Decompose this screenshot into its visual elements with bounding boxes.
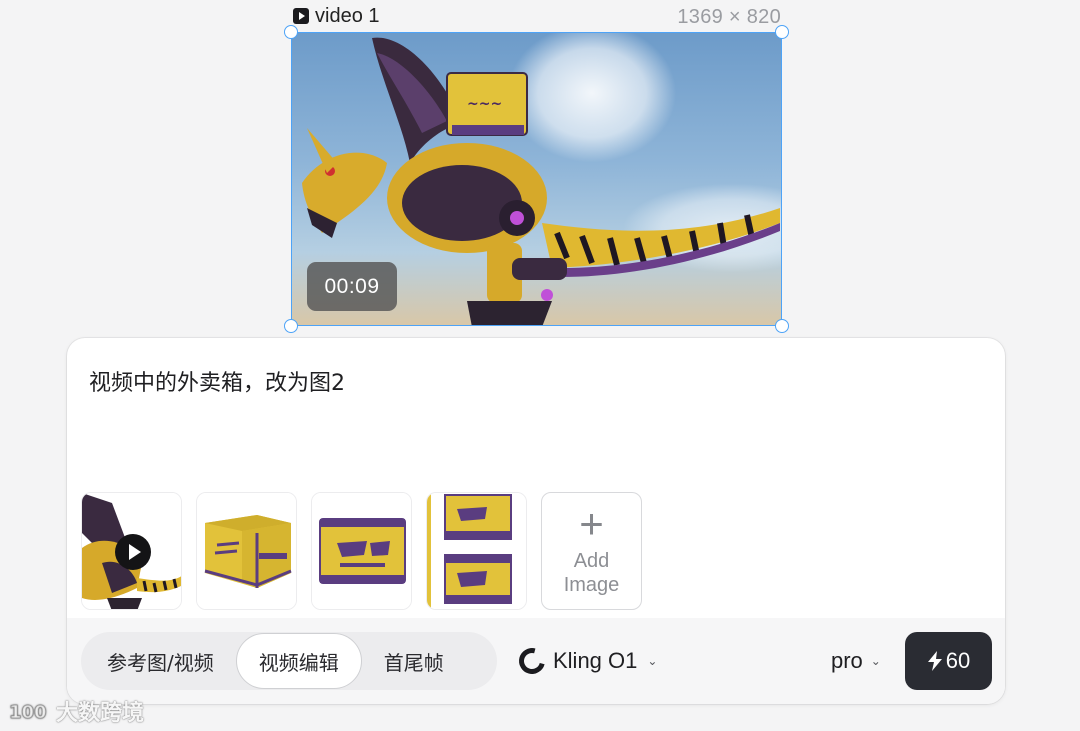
prompt-input[interactable]: 视频中的外卖箱，改为图2	[89, 365, 345, 397]
video-timecode: 00:09	[307, 262, 397, 311]
attachment-video-thumb[interactable]	[81, 492, 182, 610]
frame-title: video 1	[315, 4, 380, 27]
plus-icon: +	[579, 500, 604, 547]
kling-logo-icon	[514, 643, 550, 679]
resize-handle-top-right[interactable]	[775, 25, 789, 39]
frame-dimensions: 1369 × 820	[677, 6, 781, 28]
lightning-icon	[927, 651, 942, 671]
attachment-image-thumb[interactable]	[311, 492, 412, 610]
quality-value: pro	[831, 648, 863, 673]
quality-select[interactable]: pro ⌄	[831, 646, 881, 676]
svg-text:~~~: ~~~	[467, 96, 502, 112]
delivery-box-image	[427, 493, 526, 609]
resize-handle-bottom-right[interactable]	[775, 319, 789, 333]
mode-tabs: 参考图/视频 视频编辑 首尾帧	[81, 632, 497, 690]
chevron-down-icon: ⌄	[870, 654, 881, 668]
video-preview[interactable]: ~~~ 00:09	[291, 32, 782, 326]
delivery-box-image	[312, 493, 411, 609]
tab-reference[interactable]: 参考图/视频	[85, 633, 236, 689]
add-image-button[interactable]: + Add Image	[541, 492, 642, 610]
attachment-image-thumb[interactable]	[196, 492, 297, 610]
model-select[interactable]: Kling O1 ⌄	[514, 643, 658, 679]
play-icon	[115, 534, 151, 570]
watermark: 100 大数跨境	[8, 695, 144, 727]
delivery-box-image	[197, 493, 296, 609]
credits-value: 60	[945, 648, 971, 673]
tab-first-last-frame[interactable]: 首尾帧	[362, 633, 466, 689]
watermark-text: 大数跨境	[56, 701, 145, 726]
svg-text:100: 100	[9, 702, 47, 723]
model-name: Kling O1	[553, 648, 638, 673]
video-badge-icon	[293, 8, 309, 24]
add-image-label: Add Image	[563, 550, 620, 596]
tab-video-edit[interactable]: 视频编辑	[235, 633, 362, 689]
frame-label[interactable]: video 1	[293, 4, 380, 27]
attachment-list: + Add Image	[81, 492, 642, 610]
bottom-toolbar: 参考图/视频 视频编辑 首尾帧 Kling O1 ⌄ pro ⌄ 60	[67, 618, 1005, 704]
resize-handle-top-left[interactable]	[284, 25, 298, 39]
watermark-logo: 100	[9, 702, 47, 724]
prompt-panel: 视频中的外卖箱，改为图2 + Add Image 参考图/视频 视频编辑 首尾帧…	[67, 338, 1005, 704]
resize-handle-bottom-left[interactable]	[284, 319, 298, 333]
generate-button[interactable]: 60	[905, 632, 992, 690]
attachment-image-thumb[interactable]	[426, 492, 527, 610]
chevron-down-icon: ⌄	[647, 654, 658, 668]
